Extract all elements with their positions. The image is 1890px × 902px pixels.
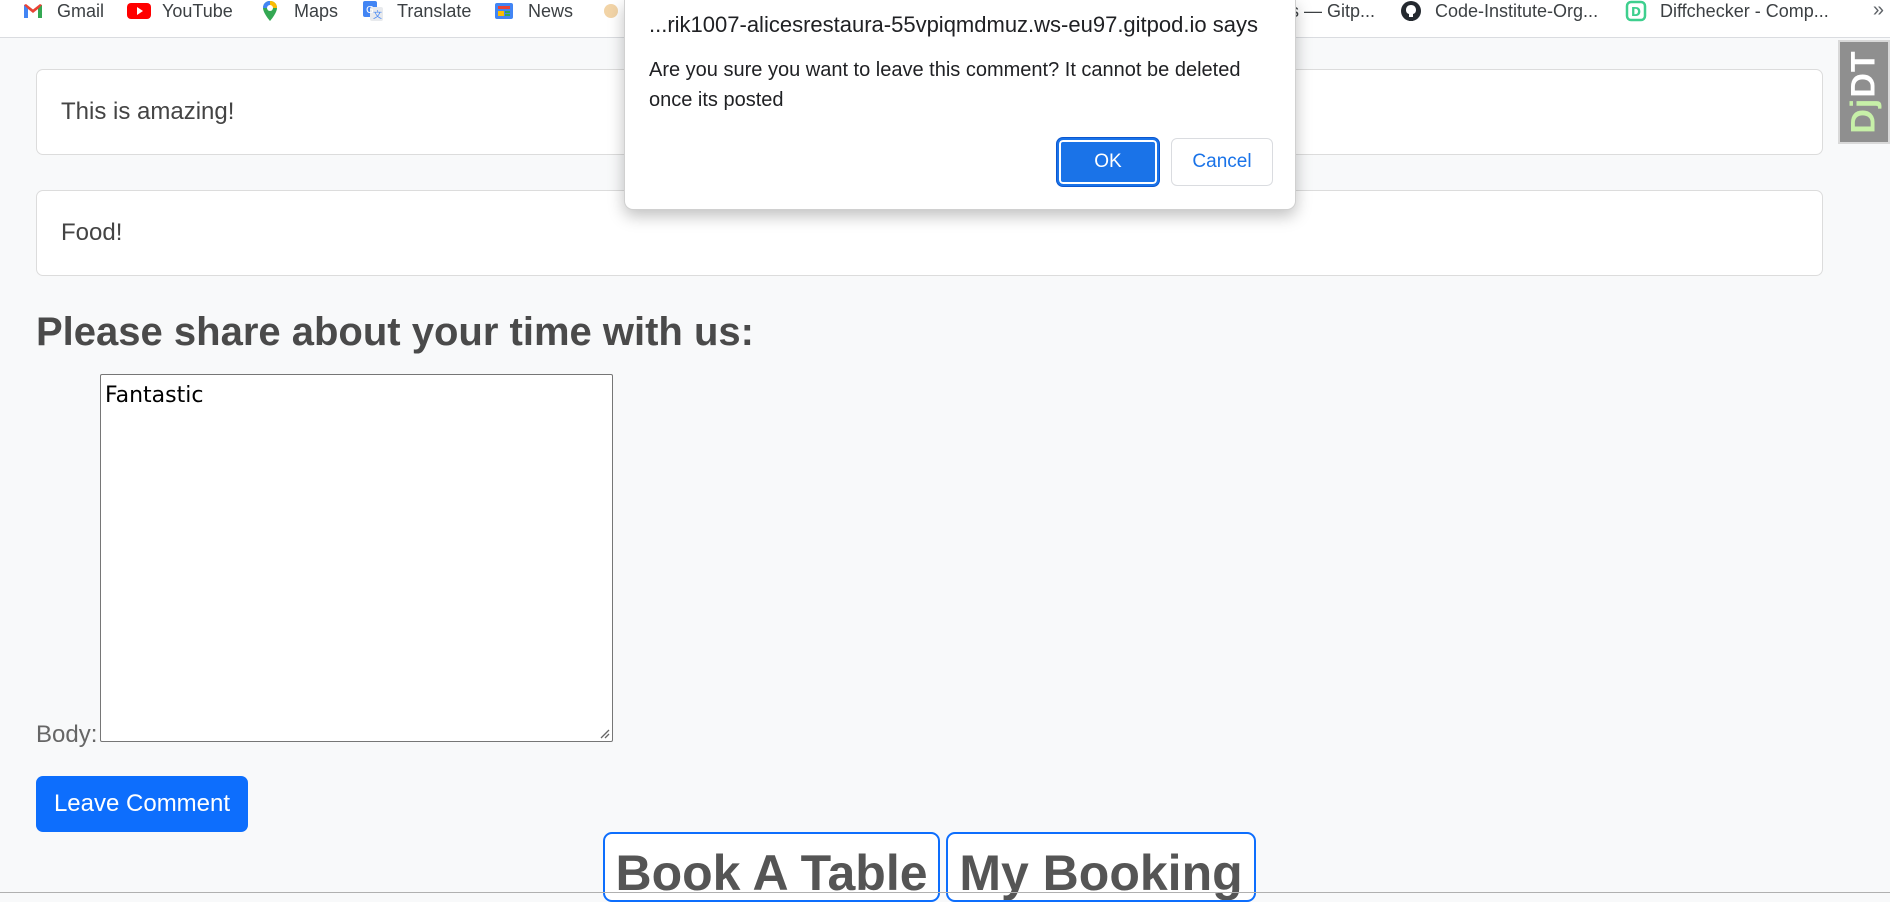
news-icon — [493, 0, 515, 22]
bookmark-gmail[interactable]: Gmail — [22, 0, 104, 22]
maps-icon — [259, 0, 281, 22]
translate-icon: G文 — [362, 0, 384, 22]
comment-form-heading: Please share about your time with us: — [36, 310, 754, 354]
bookmark-label: Gmail — [57, 0, 105, 21]
bookmark-label: Diffchecker - Comp... — [1660, 0, 1829, 21]
cancel-button[interactable]: Cancel — [1171, 138, 1273, 186]
djdt-logo: DjDT — [1844, 50, 1883, 134]
confirm-dialog: ...rik1007-alicesrestaura-55vpiqmdmuz.ws… — [624, 0, 1296, 210]
bookmark-label: Translate — [397, 0, 472, 21]
django-debug-toolbar-handle[interactable]: DjDT — [1838, 40, 1890, 144]
comment-body: Food! — [61, 219, 123, 246]
body-label: Body: — [36, 721, 98, 748]
gmail-icon — [22, 0, 44, 22]
svg-text:D: D — [1631, 5, 1641, 19]
bookmark-label: YouTube — [162, 0, 233, 21]
bookmark-gitpod[interactable]: s — Gitp... — [1290, 0, 1375, 22]
bookmark-label: News — [528, 0, 574, 21]
dialog-title: ...rik1007-alicesrestaura-55vpiqmdmuz.ws… — [649, 12, 1258, 37]
leave-comment-button[interactable]: Leave Comment — [36, 776, 248, 832]
ok-button[interactable]: OK — [1057, 138, 1159, 186]
bookmark-icon — [600, 0, 622, 22]
bookmark-news[interactable]: News — [493, 0, 573, 22]
bookmark-maps[interactable]: Maps — [259, 0, 338, 22]
bookmark-code-institute[interactable]: Code-Institute-Org... — [1400, 0, 1598, 22]
body-textarea[interactable]: Fantastic — [100, 374, 613, 742]
bookmark-label: Maps — [294, 0, 339, 21]
diffchecker-icon: D — [1625, 0, 1647, 22]
bookmark-label: s — Gitp... — [1290, 0, 1376, 21]
more-bookmarks-icon[interactable]: » — [1873, 0, 1884, 20]
bookmark-youtube[interactable]: YouTube — [127, 0, 233, 22]
dialog-message: Are you sure you want to leave this comm… — [649, 59, 1241, 111]
bookmark-translate[interactable]: G文 Translate — [362, 0, 471, 22]
bookmark-label: Code-Institute-Org... — [1435, 0, 1599, 21]
bookmark-diffchecker[interactable]: D Diffchecker - Comp... — [1625, 0, 1829, 22]
svg-text:文: 文 — [373, 9, 382, 21]
body-textarea-value: Fantastic — [105, 383, 204, 408]
comment-body: This is amazing! — [61, 98, 235, 125]
github-icon — [1400, 0, 1422, 22]
resize-grip-icon[interactable] — [598, 727, 610, 739]
youtube-icon — [127, 0, 151, 22]
